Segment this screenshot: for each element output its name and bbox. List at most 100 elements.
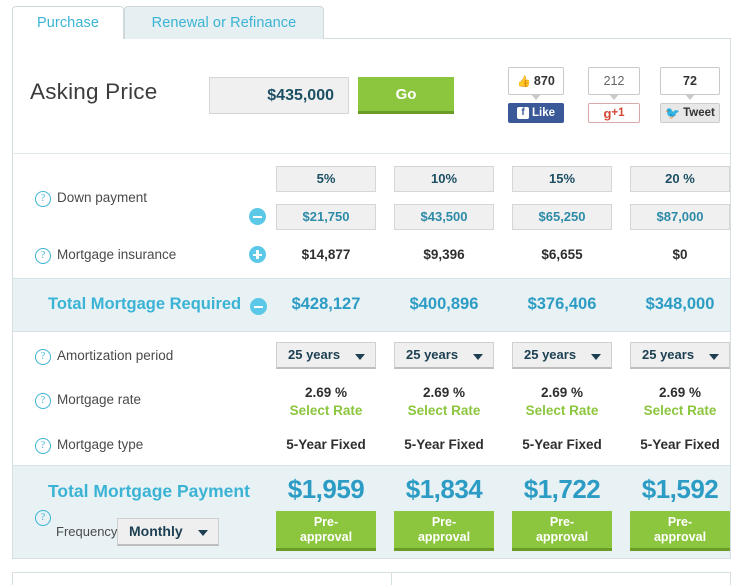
social-share-group: 👍 870 f Like 212 g +1 72 🐦 Tweet	[508, 67, 720, 137]
googleplus-share[interactable]: 212 g +1	[588, 67, 640, 123]
mortgage-insurance-value-0: $14,877	[301, 247, 351, 262]
facebook-share[interactable]: 👍 870 f Like	[508, 67, 564, 123]
pre-approval-line1: Pre-	[549, 514, 575, 529]
total-mortgage-payment-row: Total Mortgage Payment ? Frequency Month…	[13, 465, 730, 558]
total-mortgage-payment-value-0: $1,959	[287, 474, 365, 504]
pre-approval-button-3[interactable]: Pre-approval	[630, 511, 730, 551]
total-mortgage-payment-value-1: $1,834	[405, 474, 483, 504]
pre-approval-button-1[interactable]: Pre-approval	[394, 511, 494, 551]
down-payment-percent-2[interactable]: 15%	[512, 166, 612, 192]
facebook-count-bubble: 👍 870	[508, 67, 564, 100]
amortization-dropdown-0[interactable]: 25 years	[276, 342, 376, 369]
down-payment-percent-3[interactable]: 20 %	[630, 166, 730, 192]
googleplus-plusone-button[interactable]: g +1	[588, 103, 640, 123]
mortgage-rate-value-1: 2.69 %	[422, 385, 466, 400]
down-payment-amount-0[interactable]: $21,750	[276, 204, 376, 230]
facebook-like-label: Like	[531, 107, 555, 119]
frequency-help-icon[interactable]: ?	[35, 510, 51, 526]
mortgage-type-help-icon[interactable]: ?	[35, 438, 51, 454]
go-button[interactable]: Go	[358, 77, 454, 114]
frequency-dropdown[interactable]: Monthly	[117, 518, 219, 546]
mortgage-type-value-3: 5-Year Fixed	[640, 437, 720, 452]
frequency-dropdown-value: Monthly	[129, 523, 183, 539]
mortgage-rate-value-0: 2.69 %	[304, 385, 348, 400]
down-payment-percent-1[interactable]: 10%	[394, 166, 494, 192]
asking-price-row: Asking Price $435,000 Go 👍 870 f Like 21…	[13, 39, 730, 154]
down-payment-collapse-toggle[interactable]	[249, 208, 266, 225]
chevron-down-icon	[591, 354, 601, 360]
next-section-placeholder	[12, 572, 731, 585]
twitter-count: 72	[683, 74, 697, 88]
pre-approval-line1: Pre-	[313, 514, 339, 529]
thumbs-up-icon: 👍	[517, 75, 531, 88]
total-mortgage-required-value-0: $428,127	[291, 295, 361, 313]
amortization-help-icon[interactable]: ?	[35, 349, 51, 365]
select-rate-link-3[interactable]: Select Rate	[630, 403, 730, 418]
total-mortgage-required-value-1: $400,896	[409, 295, 479, 313]
amortization-dropdown-1[interactable]: 25 years	[394, 342, 494, 369]
facebook-like-button[interactable]: f Like	[508, 103, 564, 123]
mortgage-type-value-2: 5-Year Fixed	[522, 437, 602, 452]
mortgage-rate-value-2: 2.69 %	[540, 385, 584, 400]
asking-price-label: Asking Price	[30, 79, 158, 104]
mortgage-calculator-page: Purchase Renewal or Refinance Asking Pri…	[0, 0, 743, 585]
amortization-dropdown-1-value: 25 years	[406, 347, 459, 362]
twitter-share[interactable]: 72 🐦 Tweet	[660, 67, 720, 123]
frequency-dropdown-control[interactable]: Monthly	[117, 518, 219, 546]
total-mortgage-required-row: Total Mortgage Required $428,127 $400,89…	[13, 278, 730, 332]
down-payment-percent-0[interactable]: 5%	[276, 166, 376, 192]
twitter-tweet-label: Tweet	[683, 107, 715, 119]
twitter-tweet-button[interactable]: 🐦 Tweet	[660, 103, 720, 123]
facebook-count: 870	[533, 74, 555, 88]
down-payment-help-icon[interactable]: ?	[35, 191, 51, 207]
select-rate-link-1[interactable]: Select Rate	[394, 403, 494, 418]
total-mortgage-payment-value-3: $1,592	[641, 474, 719, 504]
amortization-dropdown-3[interactable]: 25 years	[630, 342, 730, 369]
twitter-count-bubble: 72	[660, 67, 720, 100]
mortgage-insurance-label: Mortgage insurance	[57, 247, 177, 262]
mortgage-insurance-help-icon[interactable]: ?	[35, 248, 51, 264]
tab-bar: Purchase Renewal or Refinance	[0, 0, 743, 39]
section-divider	[391, 573, 392, 585]
total-mortgage-payment-value-2: $1,722	[523, 474, 601, 504]
total-mortgage-required-value-3: $348,000	[645, 295, 715, 313]
pre-approval-line1: Pre-	[667, 514, 693, 529]
total-mortgage-required-label: Total Mortgage Required	[48, 295, 242, 313]
tab-purchase[interactable]: Purchase	[12, 6, 124, 39]
amortization-dropdown-2[interactable]: 25 years	[512, 342, 612, 369]
tab-renewal-or-refinance[interactable]: Renewal or Refinance	[124, 6, 324, 39]
pre-approval-button-2[interactable]: Pre-approval	[512, 511, 612, 551]
pre-approval-line1: Pre-	[431, 514, 457, 529]
twitter-bird-icon: 🐦	[665, 106, 681, 120]
pre-approval-line2: approval	[417, 529, 471, 544]
mortgage-insurance-value-1: $9,396	[423, 247, 465, 262]
google-g-icon: g	[603, 105, 612, 121]
facebook-icon: f	[516, 107, 529, 119]
amortization-label: Amortization period	[57, 348, 174, 363]
total-mortgage-required-value-2: $376,406	[527, 295, 597, 313]
mortgage-rate-label: Mortgage rate	[57, 392, 142, 407]
terms-section: ? Amortization period 25 years 25 years …	[13, 332, 730, 465]
chevron-down-icon	[355, 354, 365, 360]
select-rate-link-0[interactable]: Select Rate	[276, 403, 376, 418]
pre-approval-line2: approval	[299, 529, 353, 544]
calculator-panel: Asking Price $435,000 Go 👍 870 f Like 21…	[12, 38, 731, 559]
mortgage-insurance-value-2: $6,655	[541, 247, 583, 262]
down-payment-amount-3[interactable]: $87,000	[630, 204, 730, 230]
total-mortgage-required-toggle[interactable]	[250, 298, 267, 315]
down-payment-amount-1[interactable]: $43,500	[394, 204, 494, 230]
mortgage-rate-value-3: 2.69 %	[658, 385, 702, 400]
frequency-label: Frequency	[56, 524, 118, 539]
chevron-down-icon	[473, 354, 483, 360]
select-rate-link-2[interactable]: Select Rate	[512, 403, 612, 418]
chevron-down-icon	[709, 354, 719, 360]
down-payment-label: Down payment	[57, 190, 148, 205]
pre-approval-button-0[interactable]: Pre-approval	[276, 511, 376, 551]
mortgage-type-value-0: 5-Year Fixed	[286, 437, 366, 452]
down-payment-amount-2[interactable]: $65,250	[512, 204, 612, 230]
mortgage-insurance-expand-toggle[interactable]	[249, 246, 266, 263]
asking-price-input[interactable]: $435,000	[209, 77, 349, 114]
mortgage-type-label: Mortgage type	[57, 437, 144, 452]
mortgage-rate-help-icon[interactable]: ?	[35, 393, 51, 409]
pre-approval-line2: approval	[653, 529, 707, 544]
